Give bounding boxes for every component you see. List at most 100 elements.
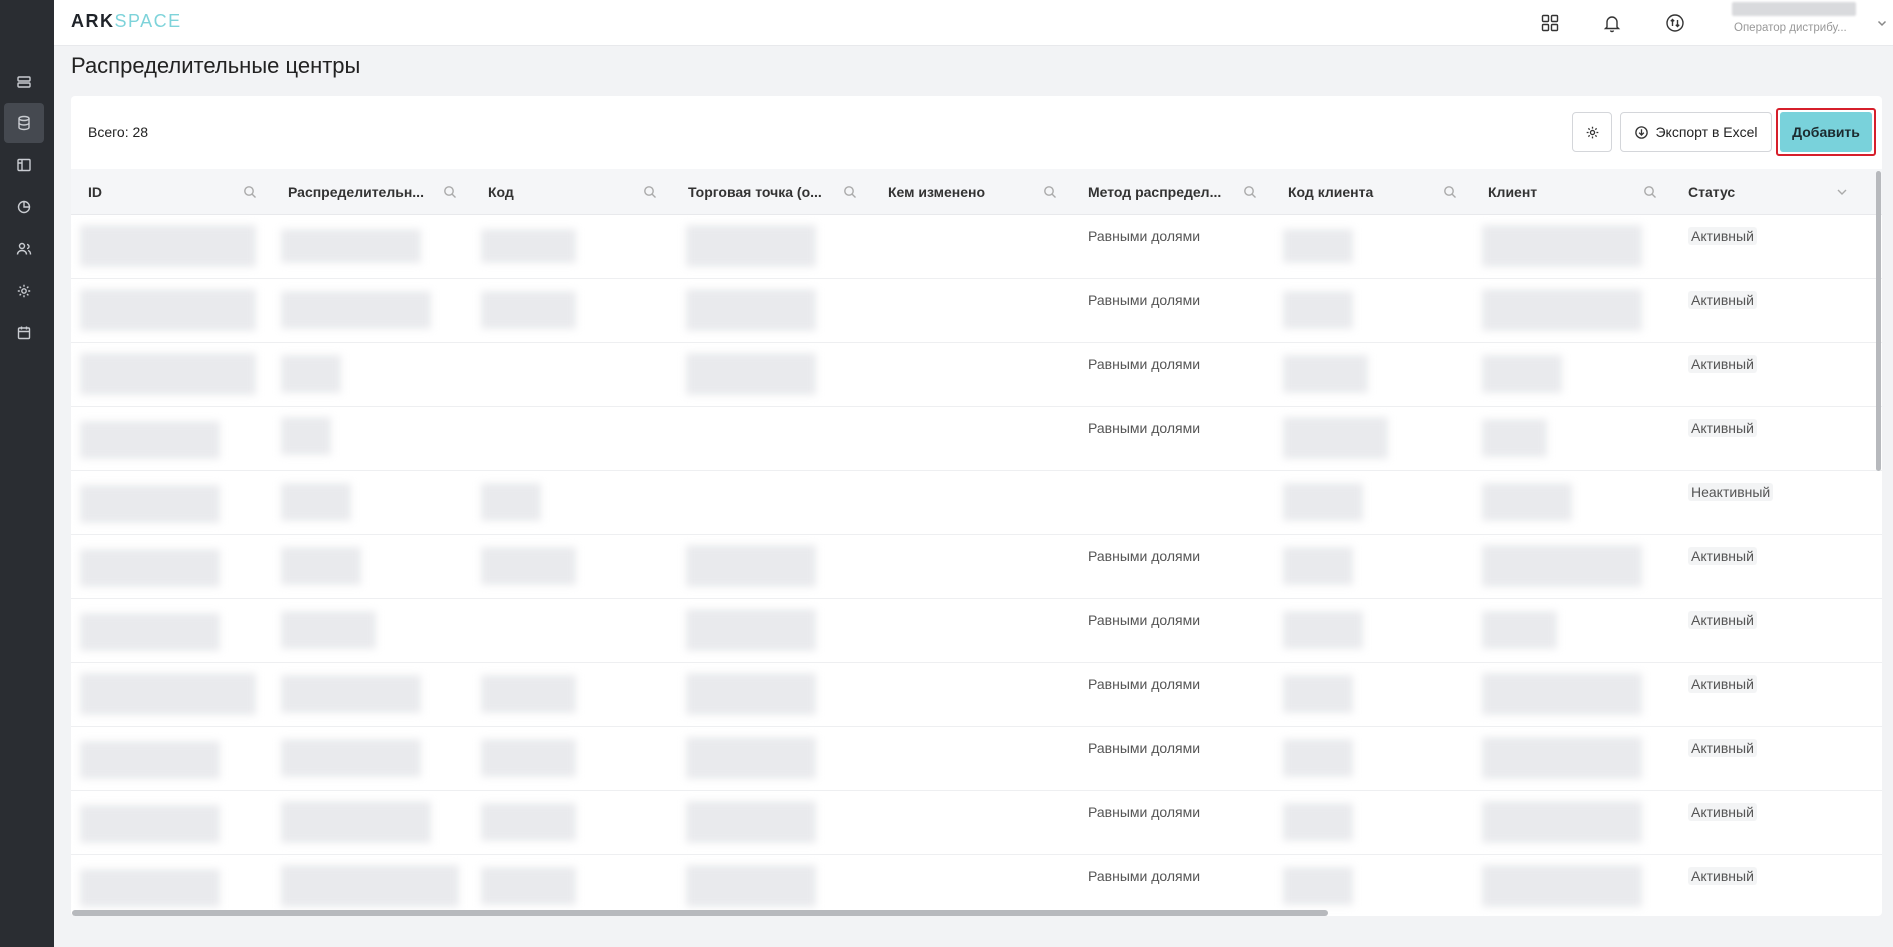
search-icon[interactable] <box>1243 185 1257 202</box>
status-badge: Активный <box>1688 419 1757 437</box>
distribution-method: Равными долями <box>1088 356 1201 372</box>
table-row[interactable]: Равными долями Активный <box>71 279 1882 343</box>
user-name-redacted <box>1732 2 1856 16</box>
table-row[interactable]: Равными долями Активный <box>71 535 1882 599</box>
sidebar-item-list[interactable] <box>4 62 44 102</box>
redacted-client <box>1482 801 1642 843</box>
sidebar-item-calendar[interactable] <box>4 313 44 353</box>
sidebar-item-settings[interactable] <box>4 271 44 311</box>
export-excel-button[interactable]: Экспорт в Excel <box>1620 112 1772 152</box>
table-row[interactable]: Равными долями Активный <box>71 599 1882 663</box>
redacted-id <box>80 869 220 907</box>
redacted-client <box>1482 673 1642 715</box>
status-badge: Активный <box>1688 611 1757 629</box>
column-label: ID <box>88 184 102 200</box>
column-header-distribution-center[interactable]: Распределительн... <box>271 169 471 215</box>
chevron-down-icon[interactable] <box>1835 185 1849 202</box>
column-header-distribution-method[interactable]: Метод распредел... <box>1071 169 1271 215</box>
distribution-method: Равными долями <box>1088 292 1201 308</box>
user-menu[interactable]: Оператор дистрибу... <box>1724 2 1893 42</box>
distribution-method: Равными долями <box>1088 420 1201 436</box>
redacted-center-name <box>281 865 459 907</box>
table-row[interactable]: Неактивный <box>71 471 1882 535</box>
status-badge: Активный <box>1688 547 1757 565</box>
column-label: Код <box>488 184 514 200</box>
redacted-client <box>1482 355 1562 393</box>
status-badge: Неактивный <box>1688 483 1774 501</box>
redacted-client-code <box>1283 291 1353 329</box>
sidebar-item-layout[interactable] <box>4 145 44 185</box>
column-label: Торговая точка (о... <box>688 184 822 200</box>
table-row[interactable]: Равными долями Активный <box>71 663 1882 727</box>
column-header-status[interactable]: Статус <box>1671 169 1871 215</box>
redacted-code <box>481 291 576 329</box>
redacted-center-name <box>281 547 361 585</box>
column-header-code[interactable]: Код <box>471 169 671 215</box>
redacted-code <box>481 483 541 521</box>
redacted-client-code <box>1283 229 1353 263</box>
column-label: Распределительн... <box>288 184 424 200</box>
add-button[interactable]: Добавить <box>1780 112 1872 152</box>
redacted-client <box>1482 865 1642 907</box>
table-header: ID Распределительн... Код Торговая точка… <box>71 169 1882 215</box>
redacted-outlet <box>686 737 816 779</box>
redacted-client <box>1482 483 1572 521</box>
table-row[interactable]: Равными долями Активный <box>71 727 1882 791</box>
apps-button[interactable] <box>1536 9 1564 37</box>
table-card: Всего: 28 Экспорт в Excel Добавить ID Ра… <box>71 96 1882 916</box>
column-header-id[interactable]: ID <box>71 169 271 215</box>
column-label: Код клиента <box>1288 184 1374 200</box>
column-header-client[interactable]: Клиент <box>1471 169 1671 215</box>
table-row[interactable]: Равными долями Активный <box>71 343 1882 407</box>
sidebar-item-database[interactable] <box>4 103 44 143</box>
status-badge: Активный <box>1688 355 1757 373</box>
redacted-id <box>80 289 256 331</box>
search-icon[interactable] <box>243 185 257 202</box>
column-header-client-code[interactable]: Код клиента <box>1271 169 1471 215</box>
redacted-outlet <box>686 225 816 267</box>
redacted-client <box>1482 419 1547 457</box>
search-icon[interactable] <box>1443 185 1457 202</box>
search-icon[interactable] <box>1643 185 1657 202</box>
redacted-id <box>80 549 220 587</box>
column-header-outlet[interactable]: Торговая точка (о... <box>671 169 871 215</box>
column-label: Кем изменено <box>888 184 986 200</box>
table-row[interactable]: Равными долями Активный <box>71 215 1882 279</box>
users-icon <box>16 242 32 255</box>
redacted-center-name <box>281 291 431 329</box>
redacted-client-code <box>1283 355 1368 393</box>
sidebar-item-users[interactable] <box>4 229 44 269</box>
table-row[interactable]: Равными долями Активный <box>71 791 1882 855</box>
export-excel-label: Экспорт в Excel <box>1655 124 1758 140</box>
redacted-client-code <box>1283 483 1363 521</box>
search-icon[interactable] <box>443 185 457 202</box>
redacted-outlet <box>686 609 816 651</box>
distribution-method: Равными долями <box>1088 804 1201 820</box>
user-role: Оператор дистрибу... <box>1734 22 1847 34</box>
search-icon[interactable] <box>1043 185 1057 202</box>
horizontal-scrollbar[interactable] <box>72 910 1328 916</box>
vertical-scrollbar[interactable] <box>1876 171 1881 471</box>
column-label: Статус <box>1688 184 1736 200</box>
distribution-method: Равными долями <box>1088 228 1201 244</box>
apps-grid-icon <box>1541 14 1559 32</box>
sidebar-item-reports[interactable] <box>4 187 44 227</box>
table-settings-button[interactable] <box>1572 112 1612 152</box>
page-title: Распределительные центры <box>71 53 361 78</box>
search-icon[interactable] <box>643 185 657 202</box>
logo[interactable]: ARKSPACE <box>71 11 182 32</box>
search-icon[interactable] <box>843 185 857 202</box>
status-badge: Активный <box>1688 675 1757 693</box>
sync-button[interactable] <box>1661 9 1689 37</box>
layout-icon <box>17 158 31 172</box>
redacted-id <box>80 613 220 651</box>
redacted-code <box>481 739 576 777</box>
notifications-button[interactable] <box>1598 9 1626 37</box>
redacted-outlet <box>686 289 816 331</box>
distribution-method: Равными долями <box>1088 676 1201 692</box>
table-row[interactable]: Равными долями Активный <box>71 407 1882 471</box>
column-header-modified-by[interactable]: Кем изменено <box>871 169 1071 215</box>
distribution-method: Равными долями <box>1088 868 1201 884</box>
calendar-icon <box>17 326 31 340</box>
table-row[interactable]: Равными долями Активный <box>71 855 1882 916</box>
